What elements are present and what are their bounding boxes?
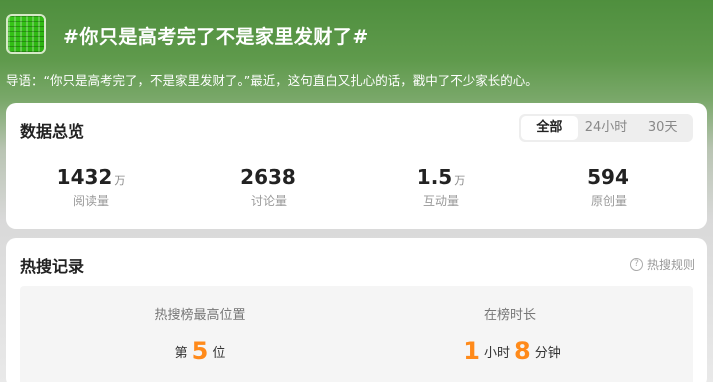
help-circle-icon: ? xyxy=(629,258,643,271)
hot-search-card: 热搜记录 ? 热搜规则 热搜榜最高位置 第5位 在榜时长 1 小时 8 分钟 xyxy=(6,238,707,382)
position-prefix: 第 xyxy=(174,346,188,361)
topic-title: #你只是高考完了不是家里发财了# xyxy=(63,26,369,48)
topic-thumbnail xyxy=(6,14,46,54)
stat-value: 2638 xyxy=(240,165,296,189)
stat-value: 1.5 xyxy=(416,165,453,189)
stat-label: 阅读量 xyxy=(72,194,109,208)
minutes-unit: 分钟 xyxy=(534,346,561,361)
stat-value: 1432 xyxy=(56,165,113,189)
topic-header: #你只是高考完了不是家里发财了# xyxy=(6,12,706,60)
hours-unit: 小时 xyxy=(483,346,510,361)
best-position-label: 热搜榜最高位置 xyxy=(154,308,246,323)
tab-24h[interactable]: 24小时 xyxy=(578,116,635,140)
stat-value: 594 xyxy=(587,165,629,189)
hot-search-rules-link[interactable]: ? 热搜规则 xyxy=(629,256,695,273)
stat-label: 互动量 xyxy=(422,194,459,208)
position-suffix: 位 xyxy=(212,346,226,361)
stat-reads: 1432 万 阅读量 xyxy=(6,165,176,209)
overview-title: 数据总览 xyxy=(20,122,85,141)
tab-all[interactable]: 全部 xyxy=(521,116,578,140)
hot-search-stats: 热搜榜最高位置 第5位 在榜时长 1 小时 8 分钟 xyxy=(20,286,693,382)
stat-interactions: 1.5 万 互动量 xyxy=(356,165,526,209)
tab-30d[interactable]: 30天 xyxy=(634,116,691,140)
best-position-block: 热搜榜最高位置 第5位 xyxy=(50,304,350,365)
stat-unit: 万 xyxy=(454,174,466,187)
duration-value: 1 小时 8 分钟 xyxy=(360,337,660,365)
position-number: 5 xyxy=(191,337,209,365)
best-position-value: 第5位 xyxy=(50,337,350,365)
topic-lead: 导语：“你只是高考完了，不是家里发财了。”最近，这句直白又扎心的话，戳中了不少家… xyxy=(6,73,538,88)
duration-minutes: 8 xyxy=(514,337,531,365)
stat-label: 原创量 xyxy=(590,194,627,208)
stat-unit: 万 xyxy=(114,174,126,187)
duration-hours: 1 xyxy=(463,337,480,365)
stat-discussions: 2638 讨论量 xyxy=(184,165,354,209)
duration-label: 在榜时长 xyxy=(483,308,536,323)
stat-originals: 594 原创量 xyxy=(524,165,694,209)
stat-label: 讨论量 xyxy=(250,194,287,208)
duration-block: 在榜时长 1 小时 8 分钟 xyxy=(360,304,660,365)
time-range-tabs: 全部 24小时 30天 xyxy=(519,114,693,142)
hot-search-title: 热搜记录 xyxy=(20,257,85,276)
stats-row: 1432 万 阅读量 2638 讨论量 1.5 万 互动量 594 原创量 xyxy=(6,165,707,215)
rules-label: 热搜规则 xyxy=(646,258,695,272)
data-overview-card: 数据总览 全部 24小时 30天 1432 万 阅读量 2638 讨论量 1.5 万… xyxy=(6,103,707,229)
